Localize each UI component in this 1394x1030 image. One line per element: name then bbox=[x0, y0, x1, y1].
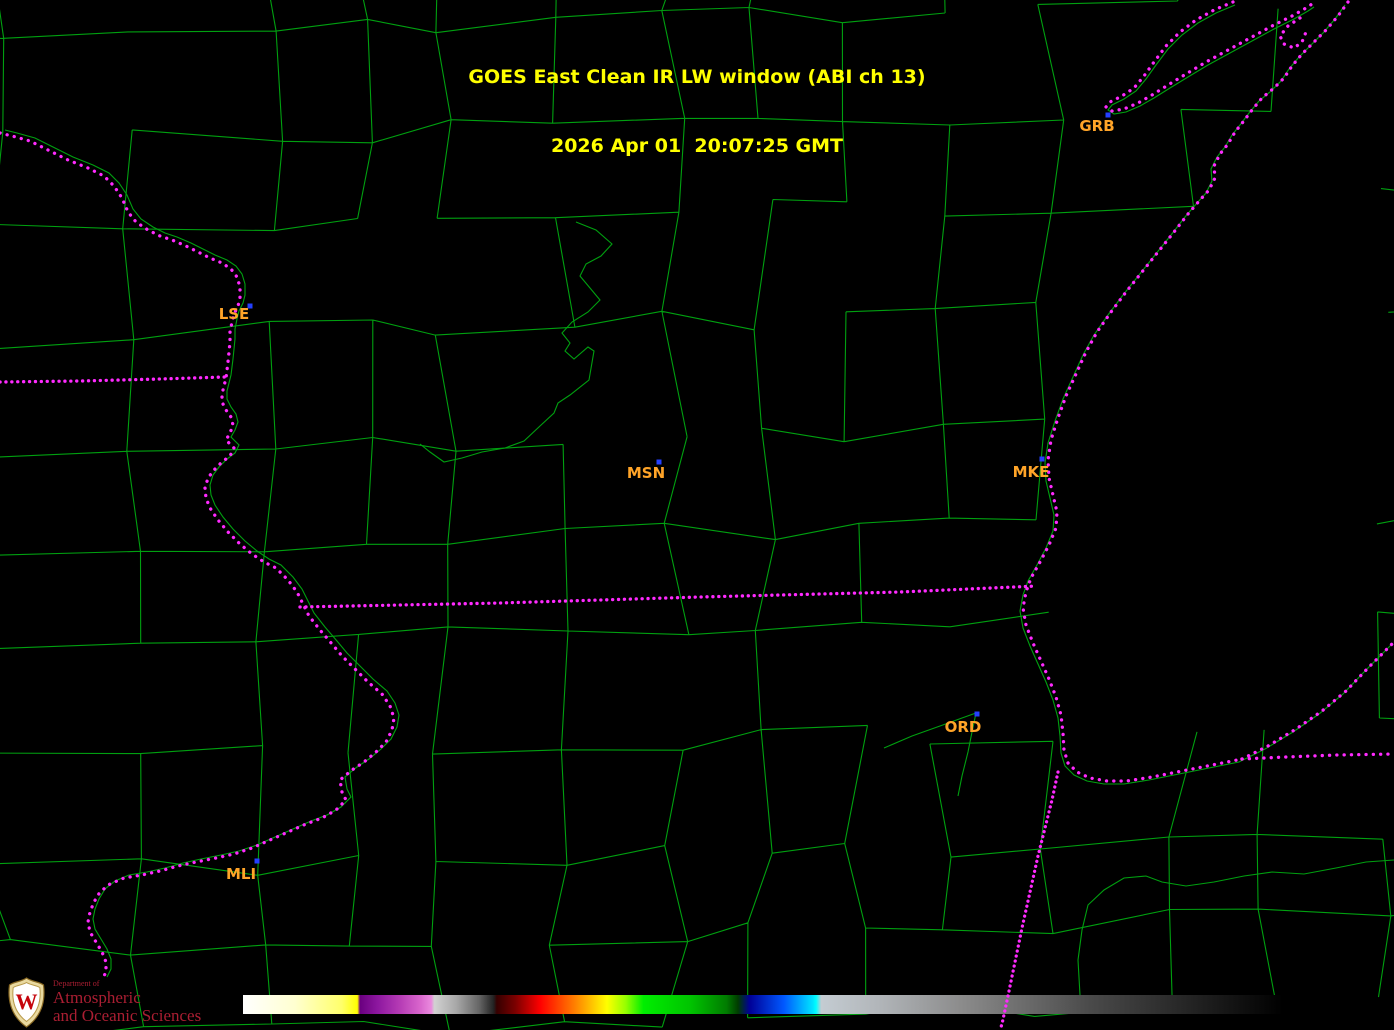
crest-letter: W bbox=[16, 989, 38, 1014]
station-label-mke: MKE bbox=[1013, 463, 1050, 481]
state-border-wi-il bbox=[298, 584, 1039, 609]
station-dot-ord bbox=[974, 711, 980, 717]
lake-michigan-east-shoreline bbox=[1240, 640, 1394, 761]
station-dot-mli bbox=[254, 858, 260, 864]
temperature-colorbar bbox=[243, 995, 1283, 1014]
station-label-msn: MSN bbox=[627, 464, 665, 482]
state-border-il-in bbox=[998, 770, 1060, 1030]
product-title-line2: 2026 Apr 01 20:07:25 GMT bbox=[550, 135, 844, 157]
logo-line2: and Oceanic Sciences bbox=[53, 1006, 202, 1026]
mississippi-river-border bbox=[0, 131, 396, 982]
des-plaines-river-green bbox=[1077, 859, 1394, 996]
logo-line1: Atmospheric bbox=[53, 988, 141, 1008]
aos-logo-text: Department of Atmospheric and Oceanic Sc… bbox=[53, 978, 202, 1026]
aos-logo: W Department of Atmospheric and Oceanic … bbox=[6, 977, 201, 1028]
station-label-ord: ORD bbox=[945, 718, 982, 736]
lake-michigan-south-shoreline bbox=[1240, 752, 1394, 761]
station-dot-mke bbox=[1039, 456, 1045, 462]
station-label-mli: MLI bbox=[226, 865, 256, 883]
station-label-lse: LSE bbox=[219, 305, 250, 323]
wisconsin-river-green bbox=[419, 221, 613, 463]
product-title: GOES East Clean IR LW window (ABI ch 13)… bbox=[0, 20, 1394, 204]
logo-dept-line: Department of bbox=[53, 978, 100, 988]
station-markers: GRBLSEMSN MKEORDMLI bbox=[219, 112, 1115, 883]
state-border-mn-ia bbox=[0, 375, 227, 384]
uw-crest-icon: W bbox=[8, 977, 45, 1028]
product-title-line1: GOES East Clean IR LW window (ABI ch 13) bbox=[468, 66, 926, 88]
satellite-image-viewport: GRB LSE MSN MKE ORD MLI GOES East Clean IR LW… bbox=[0, 0, 1394, 1030]
